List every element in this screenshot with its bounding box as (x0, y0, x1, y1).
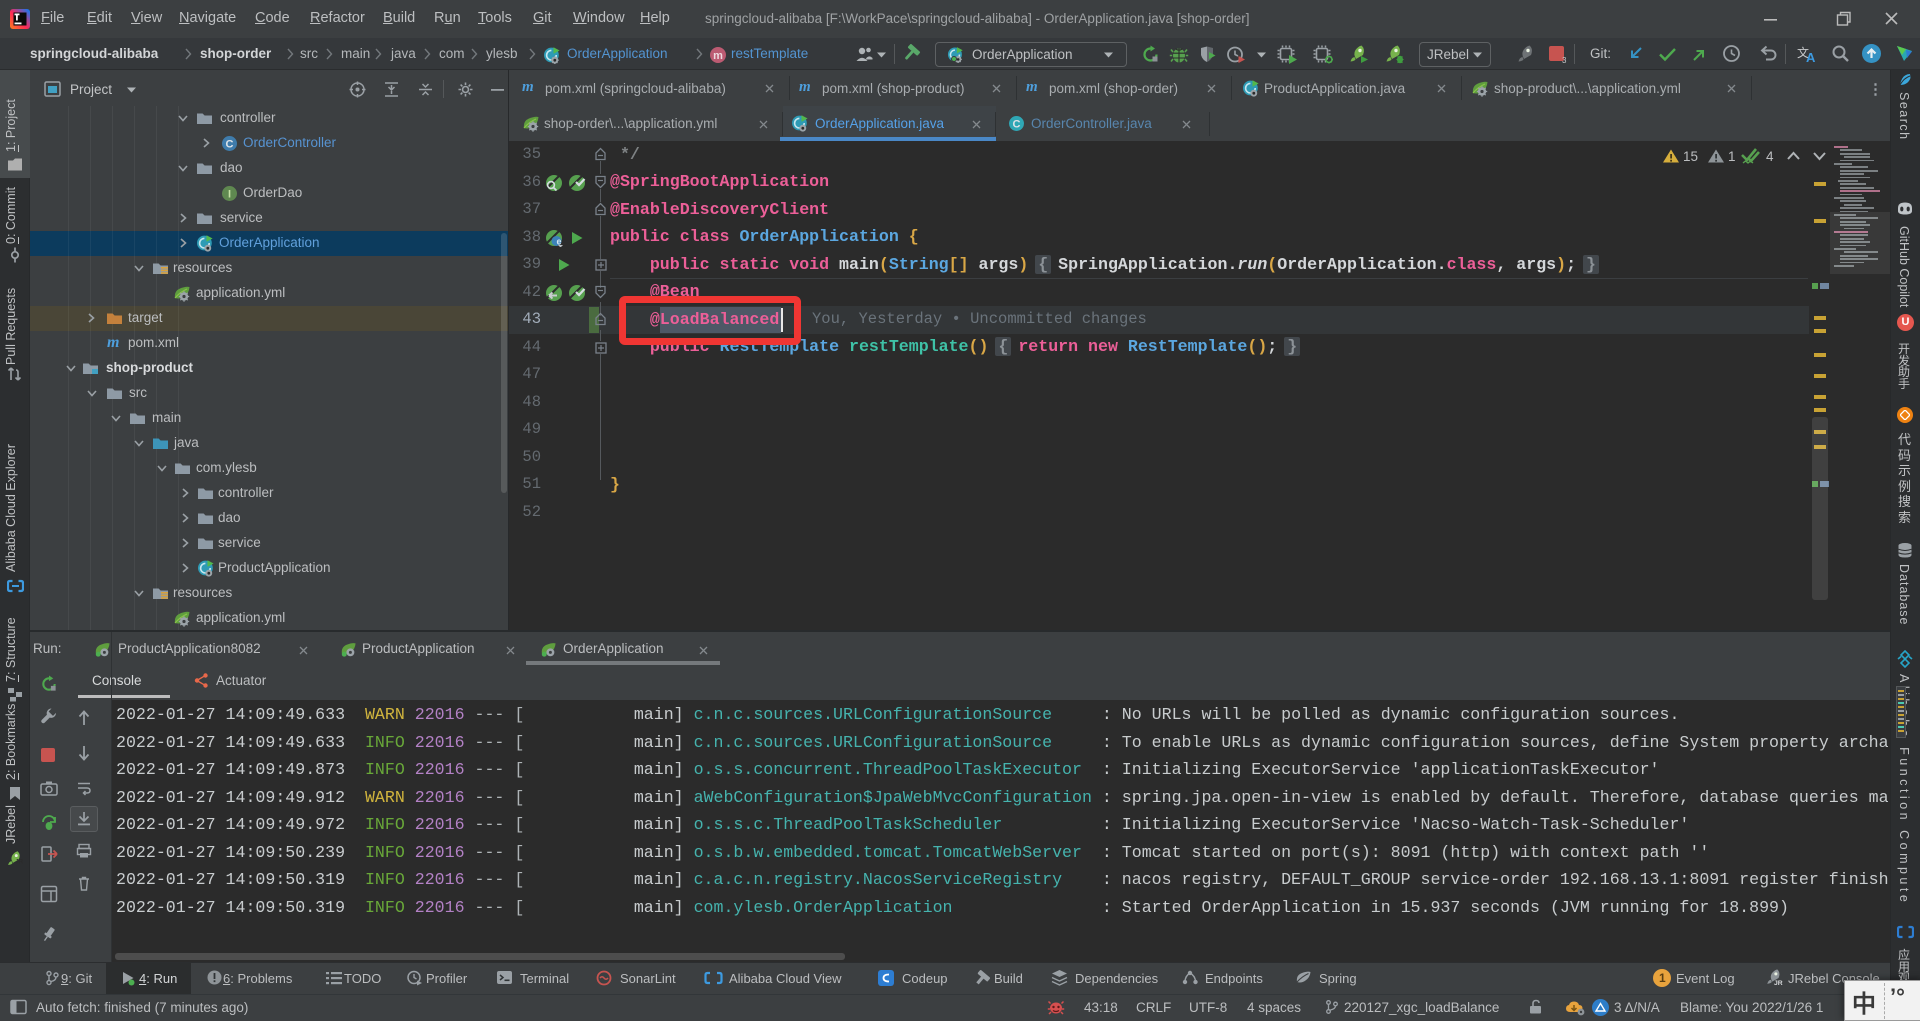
svg-text:JR: JR (15, 860, 23, 866)
svg-text:C: C (226, 139, 234, 151)
svg-text:JR: JR (1774, 980, 1783, 987)
svg-text:C: C (1013, 119, 1021, 131)
svg-text:I: I (228, 189, 231, 201)
svg-text:m: m (713, 50, 723, 62)
